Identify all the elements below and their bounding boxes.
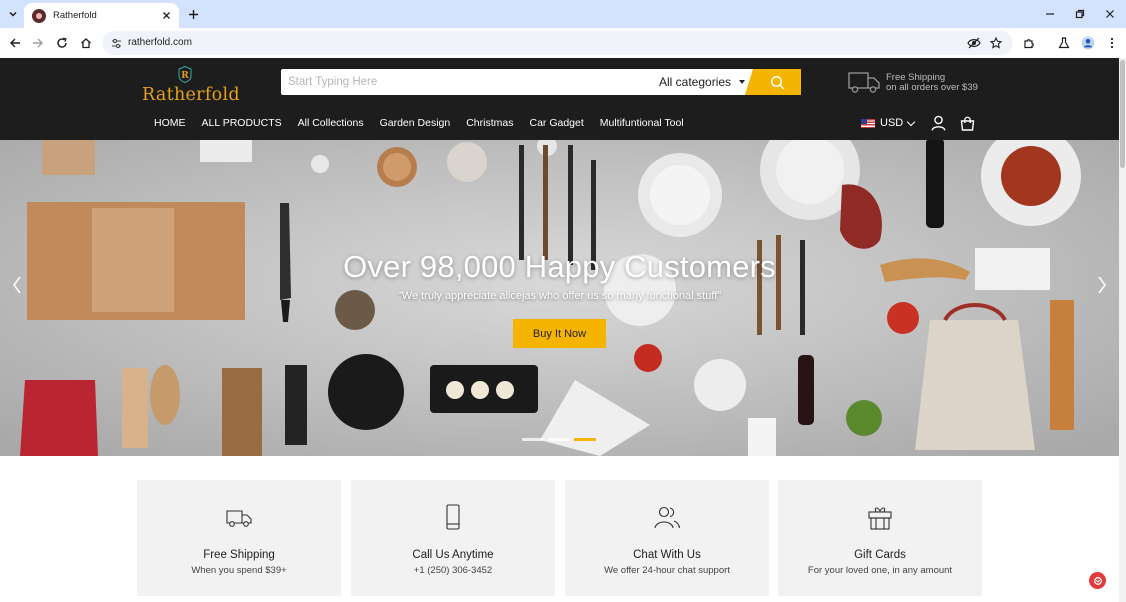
home-icon[interactable] [76, 33, 96, 53]
hero-title: Over 98,000 Happy Customers [343, 249, 776, 284]
main-nav: HOME ALL PRODUCTS All Collections Garden… [154, 117, 700, 131]
users-icon [654, 506, 681, 529]
browser-menu-icon[interactable] [1102, 33, 1122, 53]
feature-subtitle: For your loved one, in any amount [807, 565, 953, 576]
account-user-icon[interactable] [929, 114, 947, 132]
labs-flask-icon[interactable] [1054, 33, 1074, 53]
logo-text: Ratherfold [142, 85, 240, 105]
buy-it-now-button[interactable]: Buy It Now [513, 319, 606, 348]
search-icon [770, 75, 785, 90]
search-input[interactable] [281, 69, 651, 95]
feature-call-us: Call Us Anytime +1 (250) 306-3452 [351, 480, 555, 596]
phone-icon [446, 504, 460, 530]
profile-avatar-icon[interactable] [1078, 33, 1098, 53]
eye-off-icon[interactable] [966, 35, 982, 51]
address-bar[interactable]: ratherfold.com [102, 31, 1013, 55]
nav-garden-design[interactable]: Garden Design [380, 117, 451, 131]
truck-icon [226, 510, 252, 527]
feature-gift-cards: Gift Cards For your loved one, in any am… [778, 480, 982, 596]
shipping-subtitle: on all orders over $39 [886, 82, 978, 93]
bookmark-star-icon[interactable] [988, 35, 1004, 51]
slider-dot[interactable] [548, 438, 570, 441]
slider-dot-active[interactable] [574, 438, 596, 441]
site-header: R Ratherfold All categories Free Shippin… [0, 58, 1119, 140]
chevron-down-icon [906, 117, 916, 126]
minimize-window-icon[interactable] [1041, 5, 1059, 23]
features-row: Free Shipping When you spend $39+ Call U… [137, 480, 982, 596]
site-settings-icon[interactable] [108, 35, 124, 51]
site-logo[interactable]: R Ratherfold [142, 66, 240, 106]
chat-widget-icon[interactable] [1089, 572, 1106, 589]
browser-tab-strip: Ratherfold [0, 0, 1126, 28]
reload-icon[interactable] [52, 33, 72, 53]
nav-all-collections[interactable]: All Collections [298, 117, 364, 131]
category-label: All categories [659, 75, 732, 89]
scrollbar-thumb[interactable] [1120, 60, 1125, 168]
feature-subtitle: When you spend $39+ [191, 565, 287, 576]
search-button[interactable] [745, 69, 801, 95]
nav-multifunctional-tool[interactable]: Multifuntional Tool [600, 117, 684, 131]
feature-title: Gift Cards [854, 549, 906, 561]
extensions-puzzle-icon[interactable] [1019, 33, 1039, 53]
free-shipping-notice: Free Shipping on all orders over $39 [848, 70, 988, 96]
slider-dots [522, 438, 600, 441]
hero-banner: Over 98,000 Happy Customers "We truly ap… [0, 140, 1119, 456]
browser-toolbar: ratherfold.com [0, 28, 1126, 58]
restore-window-icon[interactable] [1071, 5, 1089, 23]
close-window-icon[interactable] [1101, 5, 1119, 23]
nav-christmas[interactable]: Christmas [466, 117, 513, 131]
page-scrollbar[interactable] [1119, 58, 1126, 602]
shopping-bag-icon[interactable] [958, 114, 976, 132]
new-tab-plus-icon[interactable] [184, 5, 202, 23]
tab-search-dropdown-icon[interactable] [4, 5, 22, 23]
back-arrow-icon[interactable] [5, 33, 25, 53]
feature-free-shipping: Free Shipping When you spend $39+ [137, 480, 341, 596]
nav-home[interactable]: HOME [154, 117, 186, 131]
us-flag-icon [861, 118, 875, 128]
site-favicon-icon [32, 8, 46, 23]
search-bar: All categories [281, 69, 801, 95]
slider-dot[interactable] [522, 438, 544, 441]
hero-subtitle: "We truly appreciate alicejas who offer … [397, 290, 722, 302]
feature-subtitle: +1 (250) 306-3452 [413, 565, 493, 576]
forward-arrow-icon[interactable] [28, 33, 48, 53]
logo-badge-icon: R [178, 66, 192, 83]
category-dropdown[interactable]: All categories [659, 69, 754, 95]
feature-title: Chat With Us [633, 549, 701, 561]
delivery-truck-icon [848, 72, 880, 93]
tab-title: Ratherfold [53, 10, 97, 21]
feature-title: Call Us Anytime [412, 549, 494, 561]
svg-text:R: R [181, 71, 189, 81]
tab-close-icon[interactable] [159, 9, 173, 23]
currency-label: USD [880, 117, 904, 129]
url-text: ratherfold.com [128, 37, 192, 48]
nav-all-products[interactable]: ALL PRODUCTS [202, 117, 282, 131]
browser-tab[interactable]: Ratherfold [24, 3, 179, 28]
feature-subtitle: We offer 24-hour chat support [604, 565, 730, 576]
feature-title: Free Shipping [203, 549, 275, 561]
gift-icon [868, 507, 892, 530]
currency-selector[interactable]: USD [861, 115, 916, 131]
nav-car-gadget[interactable]: Car Gadget [529, 117, 583, 131]
feature-chat: Chat With Us We offer 24-hour chat suppo… [565, 480, 769, 596]
